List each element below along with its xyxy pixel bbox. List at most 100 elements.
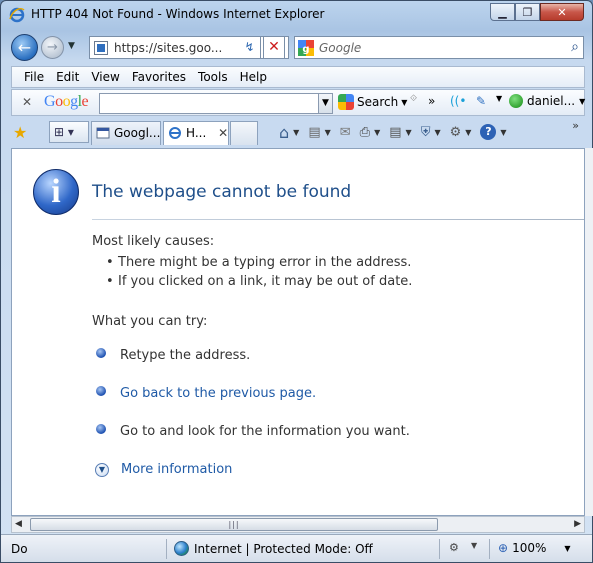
menu-favorites[interactable]: Favorites	[126, 67, 192, 87]
try-heading: What you can try:	[92, 314, 208, 329]
menu-file[interactable]: File	[18, 67, 50, 87]
tab-http-404[interactable]: H... ✕	[163, 121, 229, 145]
quick-tabs-button[interactable]: ⊞ ▾	[49, 121, 89, 143]
navigation-bar: ← → ▼ https://sites.goo... ▼ ↯ ✕ g Googl…	[1, 31, 592, 65]
zoom-control[interactable]: ⊕ 100% ▼	[498, 541, 571, 555]
maximize-button[interactable]: ❐	[515, 3, 540, 21]
tab-bar: ★ ⊞ ▾ Googl... H... ✕ ⌂ ▼ ▤ ▼ ✉ ⎙ ▼ ▤ ▼ …	[11, 117, 585, 147]
ie-page-icon	[169, 127, 181, 139]
chevron-down-icon[interactable]: ▼	[465, 128, 471, 137]
help-icon[interactable]: ?	[480, 124, 497, 140]
minimize-button[interactable]: ▁	[490, 3, 515, 21]
popup-blocker-icon[interactable]: ⚙	[449, 541, 459, 554]
ie-logo-icon	[9, 7, 25, 23]
more-information-link[interactable]: More information	[121, 462, 232, 477]
svg-text:g: g	[302, 44, 309, 55]
google-search-button[interactable]: Search ▼	[338, 94, 407, 110]
try-item-text: Go to and look for the information you w…	[120, 424, 410, 439]
google-search-provider-icon: g	[298, 40, 314, 56]
new-tab-button[interactable]	[230, 121, 258, 145]
status-text: Do	[11, 542, 28, 556]
status-divider	[489, 539, 490, 559]
bullet-icon	[96, 385, 106, 396]
chevron-down-icon[interactable]: ▼	[471, 541, 477, 550]
safety-icon[interactable]: ⛨	[421, 125, 431, 140]
info-icon: i	[33, 169, 79, 215]
more-commands-icon[interactable]: »	[572, 119, 579, 132]
chevron-down-icon: ▼	[579, 96, 586, 106]
search-box[interactable]: g Google ⌕	[294, 36, 584, 59]
tools-gear-icon[interactable]: ⚙	[450, 125, 462, 140]
chevron-down-icon[interactable]: ▼	[325, 128, 331, 137]
chevron-down-icon[interactable]: ▼	[293, 128, 299, 137]
close-window-button[interactable]: ✕	[540, 3, 584, 21]
refresh-button[interactable]: ↯	[239, 36, 261, 59]
try-item-go-to: Go to and look for the information you w…	[96, 423, 410, 439]
menu-edit[interactable]: Edit	[50, 67, 85, 87]
menu-tools[interactable]: Tools	[192, 67, 234, 87]
page-menu-icon[interactable]: ▤	[389, 125, 401, 140]
title-bar: HTTP 404 Not Found - Windows Internet Ex…	[1, 1, 592, 29]
security-zone[interactable]: Internet | Protected Mode: Off	[174, 541, 373, 556]
menu-help[interactable]: Help	[234, 67, 273, 87]
chevron-down-icon[interactable]: ▼	[500, 128, 506, 137]
title-divider	[92, 219, 584, 220]
tab-label: Googl...	[114, 126, 161, 140]
account-status-icon	[509, 94, 523, 108]
chevron-down-icon[interactable]: ▼	[434, 128, 440, 137]
google-search-input[interactable]: ▼	[99, 93, 333, 114]
ie-window: HTTP 404 Not Found - Windows Internet Ex…	[0, 0, 593, 563]
globe-icon	[174, 541, 189, 556]
page-title: The webpage cannot be found	[92, 182, 352, 202]
chevron-down-icon[interactable]: ▼	[374, 128, 380, 137]
chevron-down-icon: ▼	[564, 543, 571, 553]
vertical-scrollbar[interactable]	[585, 148, 593, 516]
chevron-down-icon[interactable]: ▼	[318, 94, 332, 113]
tab-label: H...	[186, 126, 207, 140]
chevron-down-icon[interactable]: ▼	[406, 128, 412, 137]
bullet-icon	[96, 347, 106, 358]
close-toolbar-icon[interactable]: ✕	[22, 95, 32, 109]
feeds-icon[interactable]: ▤	[308, 125, 320, 140]
close-tab-icon[interactable]: ✕	[218, 126, 228, 140]
home-icon[interactable]: ⌂	[279, 123, 289, 142]
back-button[interactable]: ←	[11, 34, 38, 61]
google-sites-icon	[96, 127, 110, 139]
page-icon	[94, 41, 108, 55]
zoom-icon: ⊕	[498, 541, 509, 555]
stop-button[interactable]: ✕	[263, 36, 285, 59]
expand-icon: ▼	[95, 462, 109, 477]
status-bar: Do Internet | Protected Mode: Off ⚙ ▼ ⊕ …	[1, 534, 592, 562]
account-menu[interactable]: daniel... ▼	[509, 94, 585, 108]
read-mail-icon[interactable]: ✉	[340, 125, 351, 140]
menu-bar: File Edit View Favorites Tools Help	[11, 66, 585, 88]
window-title: HTTP 404 Not Found - Windows Internet Ex…	[31, 7, 325, 21]
scroll-right-icon[interactable]: ▶	[574, 519, 581, 529]
toolbar-separator-icon: ⟐	[410, 94, 418, 104]
bullet-icon	[96, 423, 106, 434]
favorites-star-icon[interactable]: ★	[13, 123, 27, 142]
status-divider	[439, 539, 440, 559]
horizontal-scrollbar[interactable]: ◀ ||| ▶	[11, 516, 585, 533]
menu-view[interactable]: View	[85, 67, 125, 87]
scrollbar-thumb[interactable]: |||	[30, 518, 438, 531]
causes-heading: Most likely causes:	[92, 234, 215, 249]
wifi-icon[interactable]: ((•	[450, 94, 466, 108]
scroll-left-icon[interactable]: ◀	[15, 519, 22, 529]
zone-text: Internet | Protected Mode: Off	[194, 541, 373, 556]
try-item-go-back: Go back to the previous page.	[96, 385, 316, 401]
google-icon	[338, 94, 354, 110]
more-information-toggle[interactable]: ▼ More information	[95, 462, 232, 477]
print-icon[interactable]: ⎙	[360, 125, 370, 140]
go-back-link[interactable]: Go back to the previous page.	[120, 386, 316, 401]
chevron-down-icon[interactable]: ▼	[496, 94, 502, 103]
more-buttons-icon[interactable]: »	[428, 94, 435, 108]
wrench-icon[interactable]: ✎	[476, 94, 486, 108]
try-item-text: Retype the address.	[120, 348, 251, 363]
google-toolbar: ✕ Google ▼ Search ▼ ⟐ » ((• ✎ ▼ daniel..…	[11, 89, 585, 116]
tab-google[interactable]: Googl...	[91, 121, 161, 145]
recent-pages-dropdown[interactable]: ▼	[68, 41, 75, 51]
forward-button[interactable]: →	[41, 36, 64, 59]
search-icon[interactable]: ⌕	[571, 39, 579, 55]
address-url[interactable]: https://sites.goo...	[114, 41, 222, 55]
